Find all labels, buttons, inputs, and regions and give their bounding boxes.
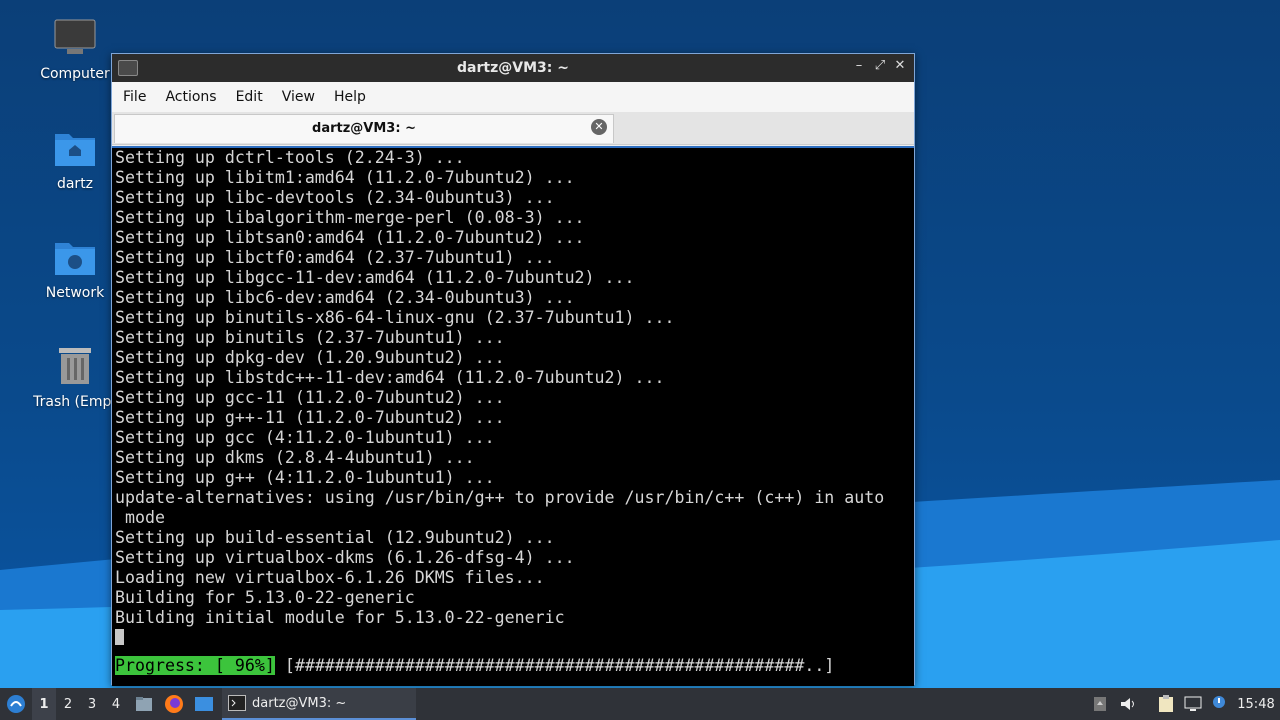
terminal-line: Setting up dctrl-tools (2.24-3) ... <box>115 148 465 167</box>
home-folder-icon <box>55 134 95 166</box>
clock[interactable]: 15:48 <box>1234 688 1278 720</box>
maximize-icon[interactable]: ⤢ <box>871 58 889 73</box>
terminal-window: dartz@VM3: ~ – ⤢ ✕ File Actions Edit Vie… <box>111 53 915 686</box>
terminal-line: Setting up gcc-11 (11.2.0-7ubuntu2) ... <box>115 388 505 407</box>
terminal-line: Setting up gcc (4:11.2.0-1ubuntu1) ... <box>115 428 495 447</box>
terminal-line: Setting up libc-devtools (2.34-0ubuntu3)… <box>115 188 555 207</box>
workspace-4[interactable]: 4 <box>104 688 128 720</box>
desktop-icon-label: Network <box>45 285 105 301</box>
terminal-line: Setting up libc6-dev:amd64 (2.34-0ubuntu… <box>115 288 575 307</box>
desktop-icon-label: dartz <box>56 176 94 192</box>
tray-updates[interactable] <box>1091 688 1109 720</box>
title-bar[interactable]: dartz@VM3: ~ – ⤢ ✕ <box>112 54 914 82</box>
terminal-line: Loading new virtualbox-6.1.26 DKMS files… <box>115 568 545 587</box>
tab-bar: dartz@VM3: ~ ✕ <box>112 112 914 145</box>
volume-icon <box>1121 698 1134 710</box>
tab-terminal[interactable]: dartz@VM3: ~ ✕ <box>114 114 614 143</box>
computer-icon <box>54 19 96 54</box>
terminal-line: Setting up libalgorithm-merge-perl (0.08… <box>115 208 585 227</box>
desktop-icon-network[interactable]: Network <box>25 237 125 301</box>
tab-label: dartz@VM3: ~ <box>312 121 416 136</box>
task-label: dartz@VM3: ~ <box>252 695 347 711</box>
terminal-line: Setting up libtsan0:amd64 (11.2.0-7ubunt… <box>115 228 585 247</box>
tray-network[interactable] <box>1182 688 1204 720</box>
menu-view[interactable]: View <box>275 89 327 105</box>
terminal-line: Setting up libitm1:amd64 (11.2.0-7ubuntu… <box>115 168 575 187</box>
network-wired-icon <box>1184 696 1202 711</box>
workspace-1[interactable]: 1 <box>32 688 56 720</box>
terminal-line: Setting up libstdc++-11-dev:amd64 (11.2.… <box>115 368 665 387</box>
terminal-line: Building initial module for 5.13.0-22-ge… <box>115 608 565 627</box>
firefox-launcher[interactable] <box>163 688 185 720</box>
progress-label: Progress: [ 96%] <box>115 656 275 675</box>
start-menu-button[interactable] <box>4 688 28 720</box>
terminal-output[interactable]: Setting up dctrl-tools (2.24-3) ... Setti… <box>112 146 914 686</box>
trash-icon <box>59 348 91 384</box>
menu-help[interactable]: Help <box>327 89 378 105</box>
terminal-line: Building for 5.13.0-22-generic <box>115 588 415 607</box>
desktop-icon-trash[interactable]: Trash (Empt <box>25 344 125 410</box>
terminal-text: Setting up dctrl-tools (2.24-3) ... Setti… <box>112 148 914 628</box>
desktop-icon-label: Trash (Empt <box>33 394 117 410</box>
window-title: dartz@VM3: ~ <box>457 60 569 76</box>
menu-bar: File Actions Edit View Help <box>112 82 914 112</box>
tray-clipboard[interactable] <box>1155 688 1177 720</box>
lubuntu-logo-icon <box>7 695 25 713</box>
desktop-icon-label: Computer <box>40 66 110 82</box>
workspace-3[interactable]: 3 <box>80 688 104 720</box>
progress-line: Progress: [ 96%] [######################… <box>112 656 914 676</box>
terminal-line: Setting up build-essential (12.9ubuntu2)… <box>115 528 555 547</box>
terminal-line: Setting up g++-11 (11.2.0-7ubuntu2) ... <box>115 408 505 427</box>
desktop-icon <box>195 697 213 711</box>
terminal-line: Setting up binutils-x86-64-linux-gnu (2.… <box>115 308 675 327</box>
workspace-2[interactable]: 2 <box>56 688 80 720</box>
network-folder-icon <box>55 243 95 275</box>
file-manager-launcher[interactable] <box>133 688 155 720</box>
terminal-line: Setting up libgcc-11-dev:amd64 (11.2.0-7… <box>115 268 635 287</box>
show-desktop-launcher[interactable] <box>192 688 216 720</box>
package-updates-icon <box>1094 697 1106 711</box>
tray-notifications[interactable] <box>1208 688 1230 720</box>
notification-icon <box>1213 696 1225 708</box>
terminal-line: Setting up dkms (2.8.4-4ubuntu1) ... <box>115 448 475 467</box>
text-cursor <box>115 629 124 645</box>
progress-bar: [#######################################… <box>274 656 835 675</box>
terminal-line: Setting up dpkg-dev (1.20.9ubuntu2) ... <box>115 348 505 367</box>
tray-volume[interactable] <box>1117 688 1139 720</box>
terminal-line: update-alternatives: using /usr/bin/g++ … <box>115 488 885 507</box>
firefox-icon <box>165 695 183 713</box>
terminal-line: Setting up libctf0:amd64 (2.37-7ubuntu1)… <box>115 248 555 267</box>
desktop-icon-computer[interactable]: Computer <box>25 18 125 82</box>
terminal-line: Setting up virtualbox-dkms (6.1.26-dfsg-… <box>115 548 575 567</box>
terminal-line: Setting up binutils (2.37-7ubuntu1) ... <box>115 328 505 347</box>
menu-edit[interactable]: Edit <box>229 89 275 105</box>
taskbar: 1 2 3 4 dartz@VM3: ~ 15:48 <box>0 688 1280 720</box>
menu-file[interactable]: File <box>116 89 158 105</box>
terminal-cursor-line <box>112 628 914 648</box>
terminal-line: mode <box>115 508 165 527</box>
minimize-icon[interactable]: – <box>850 58 868 73</box>
menu-actions[interactable]: Actions <box>158 89 228 105</box>
desktop-icon-home[interactable]: dartz <box>25 128 125 192</box>
close-icon[interactable]: ✕ <box>891 58 909 73</box>
file-manager-icon <box>136 697 152 711</box>
clipboard-icon <box>1159 695 1173 712</box>
tab-close-icon[interactable]: ✕ <box>591 119 607 135</box>
taskbar-task-terminal[interactable]: dartz@VM3: ~ <box>222 688 416 720</box>
terminal-icon <box>228 695 246 711</box>
terminal-line: Setting up g++ (4:11.2.0-1ubuntu1) ... <box>115 468 495 487</box>
